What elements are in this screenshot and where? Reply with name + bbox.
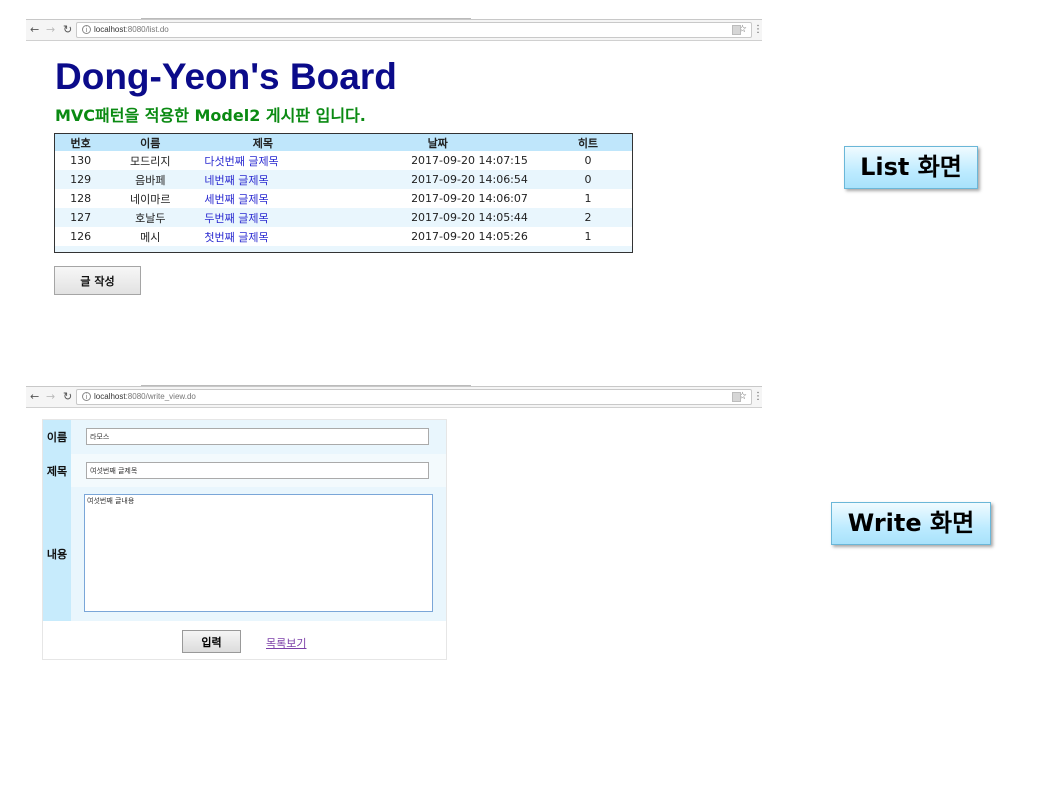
extension-icon[interactable] <box>732 392 741 402</box>
write-screen-callout: Write 화면 <box>831 502 991 545</box>
post-title-link[interactable]: 두번째 글제목 <box>204 212 268 225</box>
content-textarea[interactable]: 여섯번째 글내용 <box>84 494 433 612</box>
url-path: :8080/write_view.do <box>125 392 196 401</box>
name-field-cell <box>71 420 446 454</box>
back-to-list-link[interactable]: 목록보기 <box>266 635 306 651</box>
cell-hit: 1 <box>543 189 633 208</box>
extension-icon[interactable] <box>732 25 741 35</box>
cell-number: 128 <box>54 189 107 208</box>
forward-arrow-icon[interactable]: → <box>46 23 55 37</box>
cell-name: 네이마르 <box>106 189 195 208</box>
post-list-table: 번호 이름 제목 날짜 히트 130 모드리지 다섯번째 글제목 2017-09… <box>54 133 633 253</box>
cell-title: 첫번째 글제목 <box>194 227 332 246</box>
cell-name: 모드리지 <box>106 151 195 170</box>
post-title-link[interactable]: 첫번째 글제목 <box>204 231 268 244</box>
back-arrow-icon[interactable]: ← <box>30 390 39 404</box>
table-header-row: 번호 이름 제목 날짜 히트 <box>54 133 633 151</box>
column-header-title: 제목 <box>194 133 332 151</box>
submit-button[interactable]: 입력 <box>182 630 241 653</box>
browser-toolbar-list: ← → ↻ i localhost:8080/list.do ☆ ⋮ <box>26 18 763 41</box>
cell-hit: 2 <box>543 208 633 227</box>
table-row: 130 모드리지 다섯번째 글제목 2017-09-20 14:07:15 0 <box>54 151 633 170</box>
subject-label: 제목 <box>43 454 71 487</box>
subject-input[interactable] <box>86 462 429 479</box>
column-header-date: 날짜 <box>331 133 544 151</box>
address-bar[interactable]: i localhost:8080/list.do ☆ <box>76 22 752 38</box>
forward-arrow-icon[interactable]: → <box>46 390 55 404</box>
list-screen-callout: List 화면 <box>844 146 978 189</box>
column-header-number: 번호 <box>54 133 107 151</box>
cell-hit: 0 <box>543 170 633 189</box>
content-field-cell: 여섯번째 글내용 <box>71 487 446 621</box>
write-post-button[interactable]: 글 작성 <box>54 266 141 295</box>
cell-number: 127 <box>54 208 107 227</box>
form-row-subject: 제목 <box>43 454 446 487</box>
tab-strip-edge <box>141 385 471 386</box>
url-path: :8080/list.do <box>125 25 169 34</box>
cell-title: 두번째 글제목 <box>194 208 332 227</box>
column-header-name: 이름 <box>106 133 195 151</box>
cell-name: 메시 <box>106 227 195 246</box>
browser-toolbar-write: ← → ↻ i localhost:8080/write_view.do ☆ ⋮ <box>26 385 763 408</box>
table-row: 126 메시 첫번째 글제목 2017-09-20 14:05:26 1 <box>54 227 633 246</box>
post-title-link[interactable]: 세번째 글제목 <box>204 193 268 206</box>
board-subtitle: MVC패턴을 적용한 Model2 게시판 입니다. <box>55 106 366 125</box>
table-bottom-padding <box>54 246 633 253</box>
write-form: 이름 제목 내용 여섯번째 글내용 입력 목록보기 <box>42 419 447 660</box>
cell-hit: 1 <box>543 227 633 246</box>
kebab-menu-icon[interactable]: ⋮ <box>753 390 763 404</box>
board-title: Dong-Yeon's Board <box>55 56 397 97</box>
form-row-content: 내용 여섯번째 글내용 <box>43 487 446 621</box>
content-label: 내용 <box>43 487 71 621</box>
info-icon[interactable]: i <box>82 392 91 402</box>
cell-date: 2017-09-20 14:06:07 <box>331 189 544 208</box>
cell-title: 세번째 글제목 <box>194 189 332 208</box>
address-bar[interactable]: i localhost:8080/write_view.do ☆ <box>76 389 752 405</box>
post-title-link[interactable]: 네번째 글제목 <box>204 174 268 187</box>
cell-date: 2017-09-20 14:07:15 <box>331 151 544 170</box>
post-title-link[interactable]: 다섯번째 글제목 <box>204 155 278 168</box>
cell-number: 129 <box>54 170 107 189</box>
cell-name: 호날두 <box>106 208 195 227</box>
form-row-name: 이름 <box>43 420 446 454</box>
table-row: 127 호날두 두번째 글제목 2017-09-20 14:05:44 2 <box>54 208 633 227</box>
table-row: 128 네이마르 세번째 글제목 2017-09-20 14:06:07 1 <box>54 189 633 208</box>
url-host: localhost <box>94 25 126 34</box>
back-arrow-icon[interactable]: ← <box>30 23 39 37</box>
cell-title: 네번째 글제목 <box>194 170 332 189</box>
cell-hit: 0 <box>543 151 633 170</box>
subject-field-cell <box>71 454 446 487</box>
info-icon[interactable]: i <box>82 25 91 35</box>
table-row: 129 음바페 네번째 글제목 2017-09-20 14:06:54 0 <box>54 170 633 189</box>
reload-icon[interactable]: ↻ <box>63 390 72 404</box>
cell-number: 126 <box>54 227 107 246</box>
cell-number: 130 <box>54 151 107 170</box>
kebab-menu-icon[interactable]: ⋮ <box>753 23 763 37</box>
cell-title: 다섯번째 글제목 <box>194 151 332 170</box>
name-label: 이름 <box>43 420 71 454</box>
reload-icon[interactable]: ↻ <box>63 23 72 37</box>
cell-date: 2017-09-20 14:05:44 <box>331 208 544 227</box>
url-host: localhost <box>94 392 126 401</box>
form-actions: 입력 목록보기 <box>43 621 446 659</box>
name-input[interactable] <box>86 428 429 445</box>
cell-name: 음바페 <box>106 170 195 189</box>
cell-date: 2017-09-20 14:05:26 <box>331 227 544 246</box>
cell-date: 2017-09-20 14:06:54 <box>331 170 544 189</box>
column-header-hit: 히트 <box>543 133 633 151</box>
tab-strip-edge <box>141 18 471 19</box>
